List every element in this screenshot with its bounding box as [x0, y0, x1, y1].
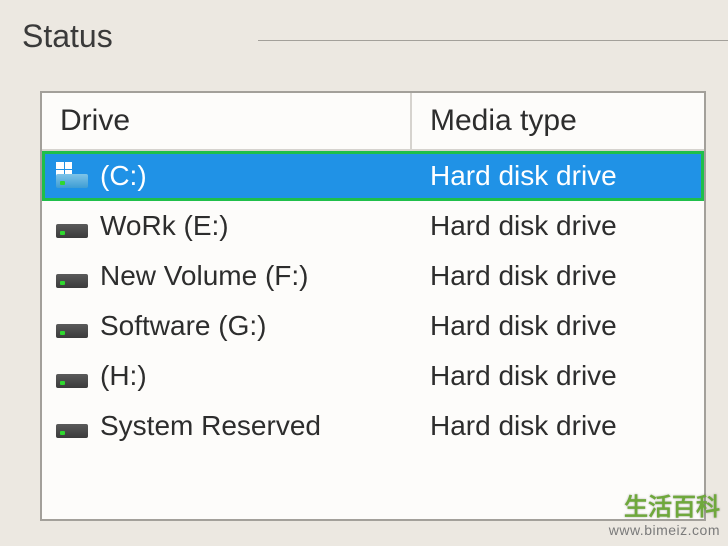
drive-label: (C:)	[100, 160, 147, 192]
section-title: Status	[0, 0, 728, 65]
drive-row[interactable]: New Volume (F:) Hard disk drive	[42, 251, 704, 301]
watermark: 生活百科 www.bimeiz.com	[609, 487, 720, 538]
drive-icon	[56, 364, 88, 388]
drive-cell: (C:)	[45, 160, 415, 192]
column-header-drive[interactable]: Drive	[42, 93, 412, 149]
drive-cell: System Reserved	[42, 410, 412, 442]
drive-cell: Software (G:)	[42, 310, 412, 342]
drive-list-panel: Drive Media type (C:) Hard disk drive Wo…	[40, 91, 706, 521]
drive-label: (H:)	[100, 360, 147, 392]
drive-label: Software (G:)	[100, 310, 266, 342]
drive-icon	[56, 264, 88, 288]
drive-icon	[56, 164, 88, 188]
watermark-url: www.bimeiz.com	[609, 522, 720, 538]
drive-cell: New Volume (F:)	[42, 260, 412, 292]
media-type-cell: Hard disk drive	[412, 260, 704, 292]
drive-label: System Reserved	[100, 410, 321, 442]
drive-row[interactable]: (C:) Hard disk drive	[42, 151, 704, 201]
media-type-cell: Hard disk drive	[412, 210, 704, 242]
drive-icon	[56, 414, 88, 438]
drive-cell: WoRk (E:)	[42, 210, 412, 242]
watermark-logo-text: 生活百科	[609, 487, 720, 522]
column-headers: Drive Media type	[42, 93, 704, 151]
drive-label: New Volume (F:)	[100, 260, 309, 292]
drive-row[interactable]: Software (G:) Hard disk drive	[42, 301, 704, 351]
column-header-media-type[interactable]: Media type	[412, 93, 704, 149]
media-type-cell: Hard disk drive	[412, 360, 704, 392]
drive-row[interactable]: System Reserved Hard disk drive	[42, 401, 704, 451]
drive-row[interactable]: WoRk (E:) Hard disk drive	[42, 201, 704, 251]
media-type-cell: Hard disk drive	[412, 410, 704, 442]
drive-row[interactable]: (H:) Hard disk drive	[42, 351, 704, 401]
drive-icon	[56, 214, 88, 238]
media-type-cell: Hard disk drive	[412, 310, 704, 342]
drive-cell: (H:)	[42, 360, 412, 392]
drive-icon	[56, 314, 88, 338]
media-type-cell: Hard disk drive	[415, 160, 701, 192]
section-divider	[258, 40, 728, 41]
drive-label: WoRk (E:)	[100, 210, 229, 242]
